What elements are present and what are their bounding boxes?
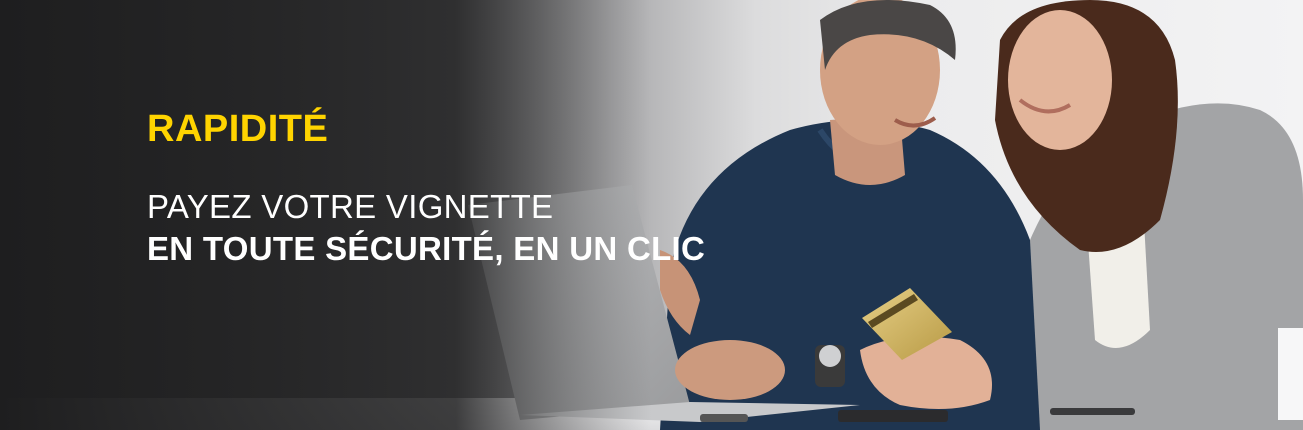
hero-banner: RAPIDITÉ PAYEZ VOTRE VIGNETTE EN TOUTE S… [0,0,1303,430]
subtitle-line-2: EN TOUTE SÉCURITÉ, EN UN CLIC [147,230,706,267]
headline: RAPIDITÉ [147,108,329,150]
subtitle-line-1: PAYEZ VOTRE VIGNETTE [147,188,554,225]
